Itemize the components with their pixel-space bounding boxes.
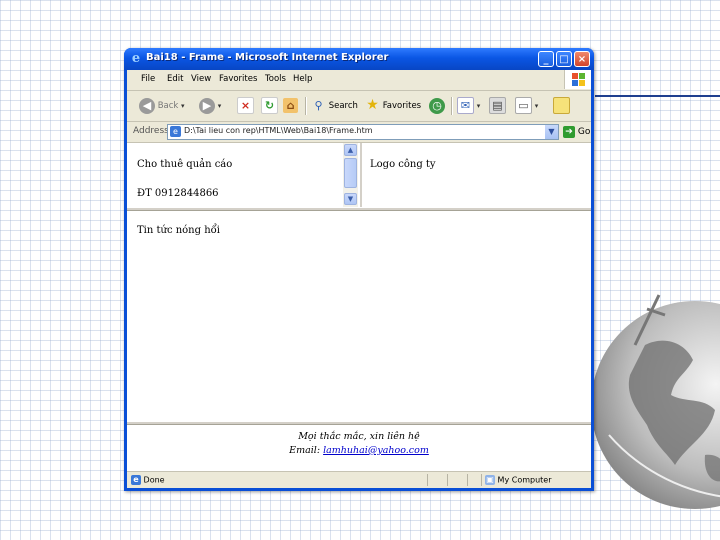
main-frame: Tin tức nóng hổi xyxy=(127,211,591,421)
scroll-thumb[interactable] xyxy=(344,158,357,188)
status-divider xyxy=(481,474,482,486)
ad-text: Cho thuê quản cáo xyxy=(137,159,233,170)
email-line: Email: lamhuhai@yahoo.com xyxy=(289,445,429,456)
home-button[interactable]: ⌂ xyxy=(283,96,298,116)
window-title: Bai18 - Frame - Microsoft Internet Explo… xyxy=(146,52,389,63)
top-right-frame: Logo công ty xyxy=(362,143,591,207)
chevron-down-icon: ▾ xyxy=(181,102,185,110)
zone-indicator: ▣ My Computer xyxy=(485,475,552,485)
bottom-frame: Mọi thắc mắc, xin liên hệ Email: lamhuha… xyxy=(127,425,591,471)
go-arrow-icon: ➔ xyxy=(563,125,575,138)
mail-icon: ✉ xyxy=(457,97,474,114)
phone-text: ĐT 0912844866 xyxy=(137,188,219,199)
address-input[interactable]: e D:\Tai lieu con rep\HTML\Web\Bai18\Fra… xyxy=(167,124,559,140)
go-button[interactable]: ➔ Go xyxy=(563,125,590,139)
contact-line: Mọi thắc mắc, xin liên hệ xyxy=(298,431,420,442)
globe-decoration xyxy=(591,294,720,509)
search-icon: ⚲ xyxy=(314,99,323,112)
address-label: Address xyxy=(133,126,169,136)
forward-button[interactable]: ▶ ▾ xyxy=(199,96,221,116)
home-icon: ⌂ xyxy=(283,98,298,113)
menu-help[interactable]: Help xyxy=(293,74,312,84)
page-content: Cho thuê quản cáo ĐT 0912844866 ▲ ▼ Logo… xyxy=(127,143,591,471)
page-done-icon: e xyxy=(131,475,141,485)
scroll-down-icon[interactable]: ▼ xyxy=(344,193,357,205)
status-divider xyxy=(427,474,428,486)
favorites-button[interactable]: ★ Favorites xyxy=(365,96,421,116)
page-icon: e xyxy=(170,126,181,137)
refresh-button[interactable]: ↻ xyxy=(261,96,278,116)
menu-bar: File Edit View Favorites Tools Help xyxy=(127,70,591,91)
print-button[interactable]: ▤ xyxy=(489,96,506,116)
decorative-line xyxy=(595,95,720,97)
chevron-down-icon: ▾ xyxy=(534,102,539,110)
messenger-button[interactable] xyxy=(553,96,570,116)
status-bar: e Done ▣ My Computer xyxy=(127,471,591,489)
status-text: e Done xyxy=(131,475,165,485)
ie-logo-icon: e xyxy=(131,51,141,66)
chevron-down-icon[interactable]: ▼ xyxy=(545,125,558,139)
scroll-up-icon[interactable]: ▲ xyxy=(344,144,357,156)
close-button[interactable]: × xyxy=(574,51,590,67)
maximize-button[interactable]: □ xyxy=(556,51,572,67)
stop-icon: × xyxy=(237,97,254,114)
minimize-button[interactable]: _ xyxy=(538,51,554,67)
back-button[interactable]: ◀ Back ▾ xyxy=(139,96,185,116)
menu-file[interactable]: File xyxy=(141,74,155,84)
standard-toolbar: ◀ Back ▾ ▶ ▾ × ↻ ⌂ ⚲ Search ★ Favorites … xyxy=(127,91,591,122)
windows-logo-icon xyxy=(564,70,591,89)
vertical-scrollbar[interactable]: ▲ ▼ xyxy=(343,143,358,207)
edit-button[interactable]: ▭ ▾ xyxy=(515,96,538,116)
hot-news-text: Tin tức nóng hổi xyxy=(137,225,220,236)
stop-button[interactable]: × xyxy=(237,96,254,116)
address-bar: Address e D:\Tai lieu con rep\HTML\Web\B… xyxy=(127,122,591,143)
computer-icon: ▣ xyxy=(485,475,495,485)
back-arrow-icon: ◀ xyxy=(139,97,155,114)
history-icon: ◷ xyxy=(429,97,445,114)
email-link[interactable]: lamhuhai@yahoo.com xyxy=(323,445,429,456)
company-logo-text: Logo công ty xyxy=(370,159,436,170)
history-button[interactable]: ◷ xyxy=(429,96,445,116)
address-value: D:\Tai lieu con rep\HTML\Web\Bai18\Frame… xyxy=(184,126,373,135)
browser-chrome: File Edit View Favorites Tools Help ◀ Ba… xyxy=(127,70,591,488)
forward-arrow-icon: ▶ xyxy=(199,97,215,114)
status-divider xyxy=(447,474,448,486)
browser-window: e Bai18 - Frame - Microsoft Internet Exp… xyxy=(124,48,594,491)
title-bar[interactable]: e Bai18 - Frame - Microsoft Internet Exp… xyxy=(124,48,594,70)
toolbar-separator xyxy=(451,97,453,115)
note-icon xyxy=(553,97,570,114)
star-icon: ★ xyxy=(366,97,379,113)
menu-favorites[interactable]: Favorites xyxy=(219,74,257,84)
printer-icon: ▤ xyxy=(489,97,506,114)
toolbar-separator xyxy=(305,97,307,115)
refresh-icon: ↻ xyxy=(261,97,278,114)
top-left-frame: Cho thuê quản cáo ĐT 0912844866 ▲ ▼ xyxy=(127,143,362,207)
menu-tools[interactable]: Tools xyxy=(265,74,286,84)
edit-page-icon: ▭ xyxy=(515,97,532,114)
chevron-down-icon: ▾ xyxy=(217,102,222,110)
chevron-down-icon: ▾ xyxy=(476,102,481,110)
status-divider xyxy=(467,474,468,486)
search-button[interactable]: ⚲ Search xyxy=(311,96,357,116)
mail-button[interactable]: ✉ ▾ xyxy=(457,96,480,116)
menu-edit[interactable]: Edit xyxy=(167,74,183,84)
menu-view[interactable]: View xyxy=(191,74,211,84)
